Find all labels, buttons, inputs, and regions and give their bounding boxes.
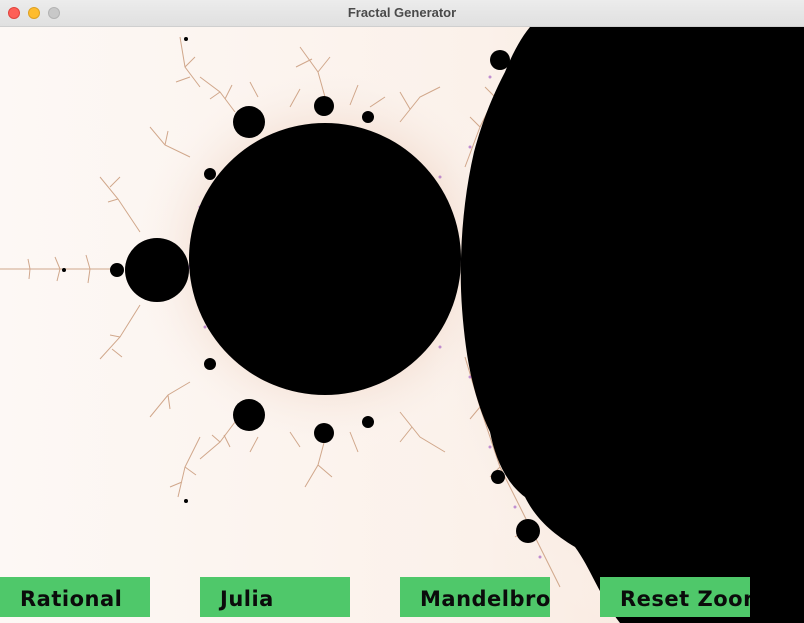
window-title: Fractal Generator (347, 5, 457, 20)
fractal-canvas[interactable] (0, 27, 804, 623)
title-bar: Fractal Generator (0, 0, 804, 27)
bulb-cardioid-bottom (516, 519, 540, 543)
bulb-bottom-left (233, 399, 265, 431)
bulb-bottom (314, 423, 334, 443)
julia-button[interactable]: Julia (200, 577, 350, 617)
reset-zoom-button[interactable]: Reset Zoom (600, 577, 750, 617)
fractal-image (0, 27, 804, 623)
bulb-top-left (233, 106, 265, 138)
app-window: Fractal Generator Rational Julia Mandelb… (0, 0, 804, 623)
small-bulb (110, 263, 124, 277)
mandelbrot-button[interactable]: Mandelbrot (400, 577, 550, 617)
bulb-cardioid-top (490, 50, 510, 70)
rational-button[interactable]: Rational (0, 577, 150, 617)
period-2-bulb (189, 123, 461, 395)
bulb-top (314, 96, 334, 116)
period-4-bulb (125, 238, 189, 302)
